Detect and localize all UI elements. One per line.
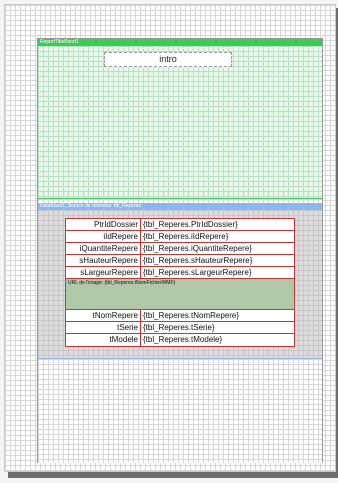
title-band-header[interactable]: ReportTitleBand1 bbox=[38, 39, 322, 46]
field-row[interactable]: iIdRepere {tbl_Reperes.iIdRepere} bbox=[66, 231, 294, 243]
field-value[interactable]: {tbl_Reperes.tSerie} bbox=[141, 322, 294, 333]
intro-text-object[interactable]: intro bbox=[104, 52, 232, 67]
data-band-header[interactable]: DataBand1, Source de données: tbl_Repere… bbox=[38, 203, 322, 210]
field-label[interactable]: PtrIdDossier bbox=[66, 219, 141, 230]
field-label[interactable]: tModele bbox=[66, 334, 141, 346]
field-row[interactable]: iQuantiteRepere {tbl_Reperes.iQuantiteRe… bbox=[66, 243, 294, 255]
field-value[interactable]: {tbl_Reperes.PtrIdDossier} bbox=[141, 219, 294, 230]
report-area: ReportTitleBand1 intro DataBand1, Source… bbox=[37, 38, 323, 463]
data-band-body[interactable]: PtrIdDossier {tbl_Reperes.PtrIdDossier} … bbox=[38, 210, 322, 358]
field-label[interactable]: tSerie bbox=[66, 322, 141, 333]
designer-canvas: ReportTitleBand1 intro DataBand1, Source… bbox=[0, 0, 338, 483]
image-object[interactable]: URL de l'image: {tbl_Reperes.tNomFichier… bbox=[66, 279, 294, 310]
field-label[interactable]: iIdRepere bbox=[66, 231, 141, 242]
fields-table: PtrIdDossier {tbl_Reperes.PtrIdDossier} … bbox=[65, 218, 295, 347]
field-label[interactable]: sHauteurRepere bbox=[66, 255, 141, 266]
field-row[interactable]: PtrIdDossier {tbl_Reperes.PtrIdDossier} bbox=[66, 219, 294, 231]
report-page: ReportTitleBand1 intro DataBand1, Source… bbox=[4, 4, 336, 472]
field-value[interactable]: {tbl_Reperes.tModele} bbox=[141, 334, 294, 346]
field-row[interactable]: tNomRepere {tbl_Reperes.tNomRepere} bbox=[66, 310, 294, 322]
page-shadow bbox=[8, 472, 338, 478]
field-value[interactable]: {tbl_Reperes.sHauteurRepere} bbox=[141, 255, 294, 266]
field-row[interactable]: tSerie {tbl_Reperes.tSerie} bbox=[66, 322, 294, 334]
field-row[interactable]: sLargeurRepere {tbl_Reperes.sLargeurRepe… bbox=[66, 267, 294, 279]
field-value[interactable]: {tbl_Reperes.iIdRepere} bbox=[141, 231, 294, 242]
field-value[interactable]: {tbl_Reperes.iQuantiteRepere} bbox=[141, 243, 294, 254]
field-value[interactable]: {tbl_Reperes.sLargeurRepere} bbox=[141, 267, 294, 278]
empty-design-area[interactable] bbox=[38, 359, 322, 463]
band-separator bbox=[38, 198, 322, 199]
field-row[interactable]: tModele {tbl_Reperes.tModele} bbox=[66, 334, 294, 346]
field-label[interactable]: iQuantiteRepere bbox=[66, 243, 141, 254]
field-value[interactable]: {tbl_Reperes.tNomRepere} bbox=[141, 310, 294, 321]
title-band-body[interactable]: intro bbox=[38, 46, 322, 198]
field-label[interactable]: tNomRepere bbox=[66, 310, 141, 321]
field-row[interactable]: sHauteurRepere {tbl_Reperes.sHauteurRepe… bbox=[66, 255, 294, 267]
field-label[interactable]: sLargeurRepere bbox=[66, 267, 141, 278]
